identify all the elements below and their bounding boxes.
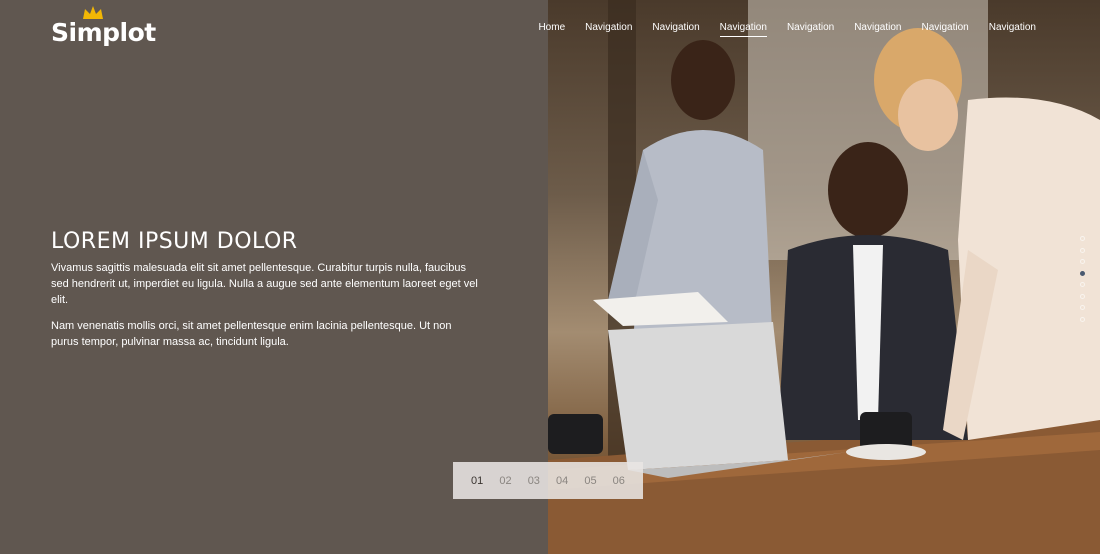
brand-name: Simplot bbox=[51, 18, 156, 47]
nav-item-home[interactable]: Home bbox=[538, 0, 565, 39]
section-dot-active[interactable] bbox=[1080, 270, 1085, 276]
section-dot[interactable] bbox=[1080, 282, 1085, 287]
pager-item[interactable]: 03 bbox=[528, 475, 540, 487]
hero-paragraph: Nam venenatis mollis orci, sit amet pell… bbox=[51, 320, 452, 348]
nav-item[interactable]: Navigation bbox=[787, 0, 834, 39]
pager-item[interactable]: 02 bbox=[499, 475, 511, 487]
section-dots bbox=[1080, 236, 1085, 328]
nav-item[interactable]: Navigation bbox=[585, 0, 632, 39]
section-dot[interactable] bbox=[1080, 259, 1085, 264]
section-dot[interactable] bbox=[1080, 293, 1085, 299]
section-dot[interactable] bbox=[1080, 305, 1085, 310]
slide-pager: 01 02 03 04 05 06 bbox=[453, 462, 643, 499]
pager-item[interactable]: 06 bbox=[613, 475, 625, 487]
hero-paragraph: Vivamus sagittis malesuada elit sit amet… bbox=[51, 262, 478, 306]
nav-item-active[interactable]: Navigation bbox=[719, 0, 768, 39]
section-dot[interactable] bbox=[1080, 247, 1085, 253]
pager-item[interactable]: 04 bbox=[556, 475, 568, 487]
brand-logo[interactable]: Simplot bbox=[51, 6, 156, 47]
nav-item[interactable]: Navigation bbox=[854, 0, 901, 39]
nav-item[interactable]: Navigation bbox=[989, 0, 1036, 39]
nav-item[interactable]: Navigation bbox=[652, 0, 699, 39]
nav-item[interactable]: Navigation bbox=[921, 0, 968, 39]
section-dot[interactable] bbox=[1080, 236, 1085, 241]
hero-content: LOREM IPSUM DOLOR Vivamus sagittis males… bbox=[51, 229, 481, 360]
pager-item-active[interactable]: 01 bbox=[471, 475, 483, 487]
section-dot[interactable] bbox=[1080, 316, 1085, 322]
pager-item[interactable]: 05 bbox=[584, 475, 596, 487]
main-navigation: Home Navigation Navigation Navigation Na… bbox=[518, 0, 1036, 44]
hero-title: LOREM IPSUM DOLOR bbox=[51, 229, 298, 254]
